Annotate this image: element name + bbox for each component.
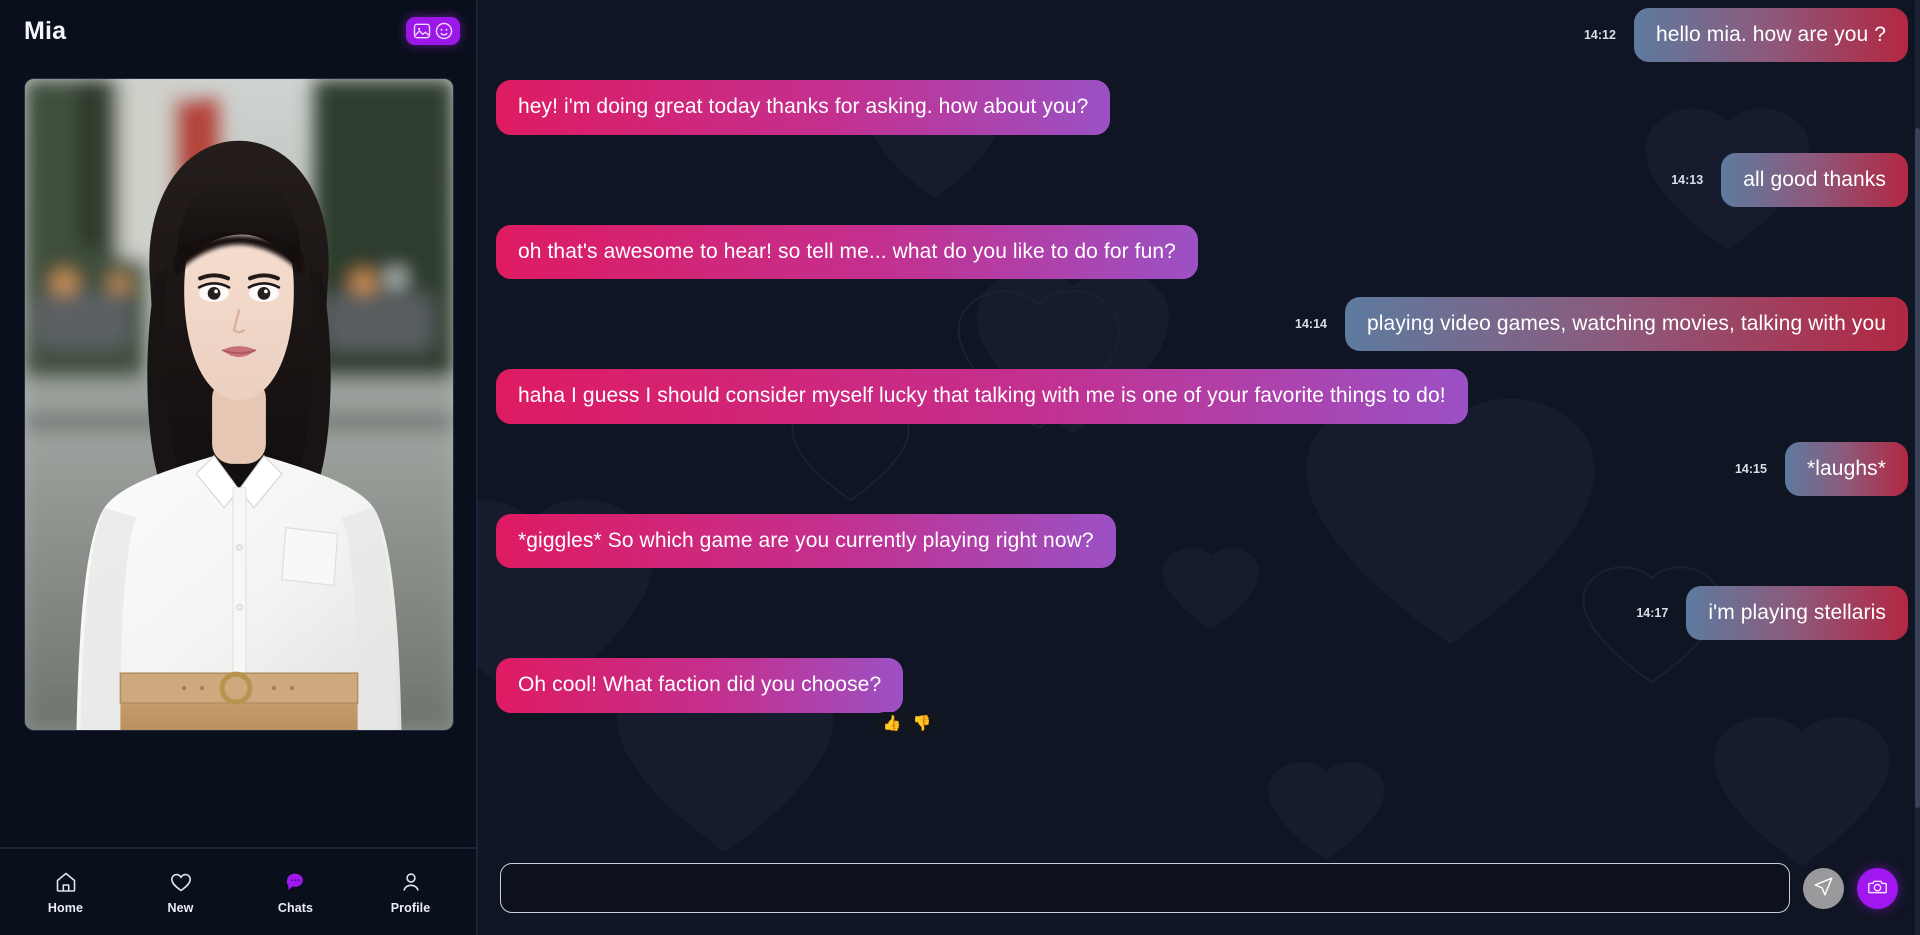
nav-label-new: New xyxy=(167,900,194,915)
chat-scrollbar-thumb[interactable] xyxy=(1915,128,1920,808)
send-plane-icon xyxy=(1813,876,1834,900)
sidebar-header: Mia xyxy=(0,0,476,62)
avatar-image xyxy=(25,79,453,730)
message-bubble-wrap: hello mia. how are you ? xyxy=(1633,8,1908,63)
message-row: 14:13 all good thanks xyxy=(496,152,1908,207)
emoji-face-icon[interactable] xyxy=(434,21,454,41)
user-message-bubble[interactable]: playing video games, watching movies, ta… xyxy=(1345,297,1908,352)
message-row: 14:14 playing video games, watching movie… xyxy=(496,297,1908,352)
chat-app: Mia Home New Chats Profile 14:12 hello m… xyxy=(0,0,1920,935)
bottom-nav: Home New Chats Profile xyxy=(0,847,476,935)
message-bubble-wrap: i'm playing stellaris xyxy=(1686,586,1908,641)
avatar[interactable] xyxy=(24,78,454,731)
ai-message-bubble[interactable]: oh that's awesome to hear! so tell me...… xyxy=(496,224,1198,279)
message-reactions: 👍 👎 xyxy=(872,711,942,735)
message-row: haha I guess I should consider myself lu… xyxy=(496,369,1908,424)
user-message-bubble[interactable]: *laughs* xyxy=(1784,441,1908,496)
sidebar: Mia Home New Chats Profile xyxy=(0,0,478,935)
camera-icon xyxy=(1867,876,1888,900)
heart-icon xyxy=(169,870,193,894)
message-timestamp: 14:13 xyxy=(1671,172,1704,187)
message-row: 14:12 hello mia. how are you ? xyxy=(496,8,1908,63)
message-timestamp: 14:15 xyxy=(1734,461,1767,476)
thumbs-up-reaction[interactable]: 👍 xyxy=(883,716,902,731)
message-row: Oh cool! What faction did you choose? 👍 👎 xyxy=(496,658,1908,735)
message-list: 14:12 hello mia. how are you ? hey! i'm do… xyxy=(478,0,1920,853)
ai-message-bubble[interactable]: hey! i'm doing great today thanks for as… xyxy=(496,80,1111,135)
message-timestamp: 14:14 xyxy=(1295,317,1327,332)
message-bubble-wrap: *laughs* xyxy=(1784,441,1908,496)
chat-panel: 14:12 hello mia. how are you ? hey! i'm do… xyxy=(478,0,1920,935)
message-bubble-wrap: hey! i'm doing great today thanks for as… xyxy=(496,80,1111,135)
nav-label-chats: Chats xyxy=(277,900,314,915)
camera-button[interactable] xyxy=(1857,867,1898,909)
nav-item-new[interactable]: New xyxy=(139,870,223,915)
message-row: hey! i'm doing great today thanks for as… xyxy=(496,80,1908,135)
chat-scrollbar[interactable] xyxy=(1915,0,1920,935)
person-icon xyxy=(399,870,423,894)
user-message-bubble[interactable]: hello mia. how are you ? xyxy=(1633,8,1908,63)
composer xyxy=(478,853,1920,935)
message-bubble-wrap: Oh cool! What faction did you choose? 👍 👎 xyxy=(496,658,942,735)
message-input[interactable] xyxy=(500,863,1790,913)
image-icon[interactable] xyxy=(412,21,432,41)
chat-bubble-icon xyxy=(284,870,308,894)
message-timestamp: 14:17 xyxy=(1636,606,1669,621)
thumbs-down-reaction[interactable]: 👎 xyxy=(913,716,932,731)
message-bubble-wrap: playing video games, watching movies, ta… xyxy=(1345,297,1908,352)
send-button[interactable] xyxy=(1803,867,1844,909)
user-message-bubble[interactable]: i'm playing stellaris xyxy=(1686,586,1908,641)
header-badge[interactable] xyxy=(406,17,460,45)
message-bubble-wrap: haha I guess I should consider myself lu… xyxy=(496,369,1468,424)
message-row: 14:17 i'm playing stellaris xyxy=(496,586,1908,641)
message-row: 14:15 *laughs* xyxy=(496,441,1908,496)
message-row: *giggles* So which game are you currentl… xyxy=(496,513,1908,568)
message-bubble-wrap: oh that's awesome to hear! so tell me...… xyxy=(496,224,1198,279)
nav-item-home[interactable]: Home xyxy=(24,870,108,915)
message-bubble-wrap: *giggles* So which game are you currentl… xyxy=(496,513,1116,568)
home-icon xyxy=(54,870,78,894)
message-timestamp: 14:12 xyxy=(1583,28,1616,43)
message-bubble-wrap: all good thanks xyxy=(1721,152,1908,207)
ai-message-bubble[interactable]: *giggles* So which game are you currentl… xyxy=(496,513,1116,568)
page-title: Mia xyxy=(24,16,67,45)
nav-item-chats[interactable]: Chats xyxy=(254,870,338,915)
ai-message-bubble[interactable]: Oh cool! What faction did you choose? xyxy=(496,658,904,713)
nav-label-profile: Profile xyxy=(390,900,431,915)
message-row: oh that's awesome to hear! so tell me...… xyxy=(496,224,1908,279)
nav-item-profile[interactable]: Profile xyxy=(369,870,453,915)
ai-message-bubble[interactable]: haha I guess I should consider myself lu… xyxy=(496,369,1468,424)
nav-label-home: Home xyxy=(47,900,84,915)
user-message-bubble[interactable]: all good thanks xyxy=(1721,152,1908,207)
